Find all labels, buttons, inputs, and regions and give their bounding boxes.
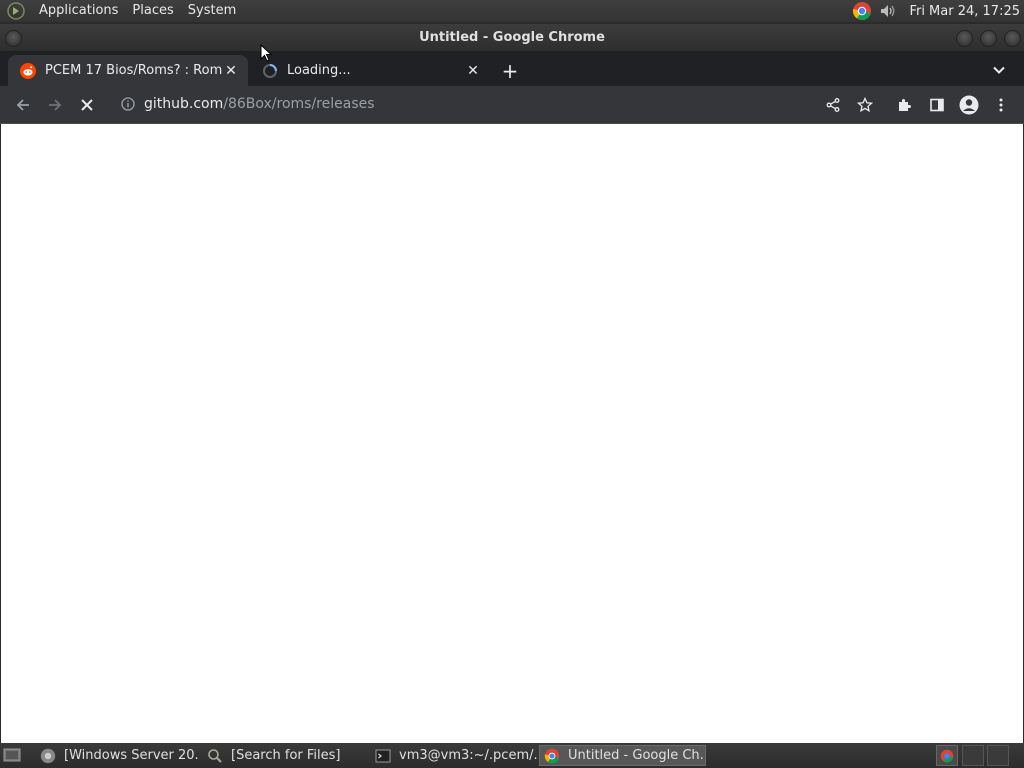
arrow-left-icon: [16, 99, 29, 111]
tab-title: Loading...: [287, 63, 351, 78]
url-path: /86Box/roms/releases: [223, 96, 375, 112]
panel-clock[interactable]: Fri Mar 24, 17:25: [901, 4, 1024, 19]
workspace-3[interactable]: [987, 745, 1009, 766]
show-desktop-icon[interactable]: [3, 747, 21, 764]
puzzle-icon: [899, 99, 911, 111]
workspace-switcher[interactable]: [936, 745, 958, 766]
reddit-icon: [20, 62, 36, 79]
chrome-icon[interactable]: [851, 0, 873, 22]
applications-menu[interactable]: Applications: [32, 0, 125, 22]
profile-button[interactable]: [955, 91, 983, 119]
menu-button[interactable]: [987, 91, 1015, 119]
share-icon: [826, 98, 840, 112]
address-bar[interactable]: github.com/86Box/roms/releases: [112, 89, 884, 119]
stop-loading-button[interactable]: [73, 91, 101, 119]
url-text: github.com/86Box/roms/releases: [144, 96, 375, 112]
kebab-menu-icon: [999, 98, 1003, 112]
chevron-down-icon[interactable]: [988, 59, 1010, 81]
extensions-button[interactable]: [891, 91, 919, 119]
taskbar-item-label: vm3@vm3:~/.pcem/...: [399, 748, 537, 763]
gnome-foot-icon[interactable]: [6, 1, 26, 21]
url-host: github.com: [144, 96, 224, 112]
taskbar-item-label: [Windows Server 20...: [64, 748, 200, 763]
taskbar-item-search-files[interactable]: [Search for Files]: [203, 745, 367, 766]
taskbar-item-windows-server[interactable]: [Windows Server 20...: [36, 745, 200, 766]
taskbar: [Windows Server 20... [Search for Files]…: [0, 743, 1024, 768]
side-panel-icon: [930, 98, 944, 112]
tab-strip: PCEM 17 Bios/Roms? : Roms ✕ Loading... ✕…: [0, 51, 1024, 86]
taskbar-item-terminal[interactable]: vm3@vm3:~/.pcem/...: [371, 745, 537, 766]
chrome-icon: [40, 748, 56, 764]
window-title: Untitled - Google Chrome: [419, 30, 605, 45]
window-titlebar[interactable]: Untitled - Google Chrome: [0, 24, 1024, 51]
close-window-button[interactable]: [1004, 30, 1021, 47]
share-button[interactable]: [819, 91, 847, 119]
taskbar-item-label: [Search for Files]: [231, 748, 341, 763]
back-button[interactable]: [9, 91, 37, 119]
loading-spinner-icon: [262, 63, 278, 79]
close-icon[interactable]: ✕: [222, 62, 240, 80]
info-icon[interactable]: [120, 96, 136, 112]
taskbar-item-label: Untitled - Google Ch...: [568, 748, 706, 763]
tab-loading[interactable]: Loading... ✕: [250, 55, 490, 86]
system-menu[interactable]: System: [181, 0, 243, 22]
volume-icon[interactable]: [877, 0, 899, 22]
mouse-cursor-icon: [260, 44, 272, 62]
close-icon: [81, 99, 93, 111]
bookmark-button[interactable]: [851, 91, 879, 119]
tab-title: PCEM 17 Bios/Roms? : Roms: [45, 63, 222, 78]
arrow-right-icon: [49, 99, 62, 111]
chrome-icon: [940, 749, 954, 762]
minimize-button[interactable]: [956, 30, 973, 47]
top-panel: Applications Places System Fri Mar 24, 1…: [0, 0, 1024, 22]
workspace-2[interactable]: [962, 745, 984, 766]
tab-reddit[interactable]: PCEM 17 Bios/Roms? : Roms ✕: [8, 55, 248, 86]
search-files-icon: [207, 748, 223, 764]
taskbar-item-chrome[interactable]: Untitled - Google Ch...: [539, 745, 706, 766]
maximize-button[interactable]: [980, 30, 997, 47]
side-panel-button[interactable]: [923, 91, 951, 119]
browser-toolbar: github.com/86Box/roms/releases: [0, 86, 1024, 124]
chrome-icon: [544, 748, 560, 764]
close-icon[interactable]: ✕: [464, 62, 482, 80]
window-menu-button[interactable]: [5, 30, 22, 47]
new-tab-button[interactable]: +: [498, 59, 522, 83]
page-viewport[interactable]: [1, 124, 1023, 743]
places-menu[interactable]: Places: [125, 0, 180, 22]
star-icon: [857, 97, 873, 113]
forward-button[interactable]: [41, 91, 69, 119]
avatar-icon: [959, 95, 979, 115]
terminal-icon: [375, 748, 391, 764]
